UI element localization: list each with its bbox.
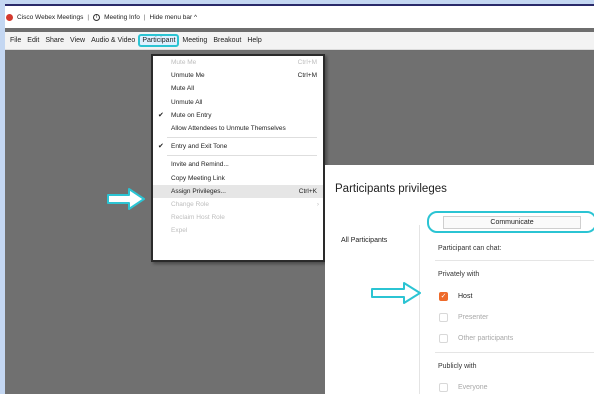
menu-item-label: Assign Privileges...: [171, 187, 226, 195]
section-divider: [435, 352, 594, 353]
info-icon[interactable]: i: [93, 13, 101, 21]
title-bar: Cisco Webex Meetings | i Meeting Info | …: [5, 4, 594, 28]
checkbox-other-participants[interactable]: [439, 334, 448, 343]
menu-item-expel: Expel: [153, 224, 323, 237]
menu-participant[interactable]: Participant: [138, 34, 180, 47]
menu-item-unmute-me[interactable]: Unmute Me Ctrl+M: [153, 69, 323, 82]
nav-all-participants[interactable]: All Participants: [341, 237, 387, 244]
menu-item-label: Unmute All: [171, 98, 203, 106]
checkbox-host[interactable]: ✓: [439, 292, 448, 301]
menu-item-copy-meeting-link[interactable]: Copy Meeting Link: [153, 172, 323, 185]
menu-edit[interactable]: Edit: [24, 37, 42, 44]
checkbox-everyone[interactable]: [439, 383, 448, 392]
menu-item-shortcut: Ctrl+M: [297, 72, 317, 80]
menu-item-allow-unmute[interactable]: Allow Attendees to Unmute Themselves: [153, 122, 323, 135]
meeting-info-link[interactable]: Meeting Info: [104, 14, 140, 21]
menu-item-shortcut: Ctrl+M: [297, 59, 317, 66]
menu-item-invite-remind[interactable]: Invite and Remind...: [153, 158, 323, 171]
menu-item-mute-all[interactable]: Mute All: [153, 82, 323, 95]
menu-item-label: Expel: [171, 227, 188, 235]
webex-window: Cisco Webex Meetings | i Meeting Info | …: [5, 4, 594, 394]
menu-item-label: Allow Attendees to Unmute Themselves: [171, 124, 286, 132]
menu-item-label: Change Role: [171, 200, 209, 208]
menu-item-mute-on-entry[interactable]: ✔ Mute on Entry: [153, 109, 323, 122]
checkbox-everyone-label: Everyone: [458, 384, 488, 391]
checkbox-presenter-label: Presenter: [458, 314, 489, 321]
arrow-right-icon: [371, 282, 421, 304]
menu-audio-video[interactable]: Audio & Video: [88, 37, 138, 44]
menu-item-shortcut: Ctrl+K: [298, 187, 317, 195]
menu-divider: [167, 137, 317, 139]
menu-help[interactable]: Help: [244, 37, 264, 44]
checkbox-host-label: Host: [458, 293, 473, 300]
menu-breakout[interactable]: Breakout: [210, 37, 244, 44]
can-chat-label: Participant can chat:: [438, 245, 502, 252]
menu-item-entry-exit-tone[interactable]: ✔ Entry and Exit Tone: [153, 140, 323, 153]
menu-item-label: Unmute Me: [171, 72, 205, 80]
menu-view[interactable]: View: [67, 37, 88, 44]
menu-item-label: Mute on Entry: [171, 111, 212, 119]
menu-item-unmute-all[interactable]: Unmute All: [153, 96, 323, 109]
publicly-with-label: Publicly with: [438, 363, 477, 370]
arrow-right-icon: [107, 188, 145, 210]
menu-bar: File Edit Share View Audio & Video Parti…: [5, 32, 594, 50]
hide-menu-bar-link[interactable]: Hide menu bar ^: [150, 14, 198, 21]
menu-meeting[interactable]: Meeting: [179, 37, 210, 44]
menu-file[interactable]: File: [7, 37, 24, 44]
dialog-divider: [419, 225, 420, 394]
menu-item-label: Entry and Exit Tone: [171, 143, 228, 151]
participant-menu-dropdown: Mute Me Ctrl+M Unmute Me Ctrl+M Mute All…: [151, 54, 325, 262]
check-icon: ✔: [158, 111, 164, 119]
menu-item-mute-me: Mute Me Ctrl+M: [153, 56, 323, 69]
menu-item-change-role: Change Role ›: [153, 198, 323, 211]
menu-item-label: Mute All: [171, 85, 195, 93]
menu-item-reclaim-host-role: Reclaim Host Role: [153, 211, 323, 224]
tab-label: Communicate: [490, 218, 534, 226]
menu-item-label: Invite and Remind...: [171, 161, 229, 169]
dialog-title: Participants privileges: [335, 183, 447, 195]
menu-item-label: Reclaim Host Role: [171, 214, 225, 222]
menu-share[interactable]: Share: [42, 37, 67, 44]
tab-communicate[interactable]: Communicate: [427, 211, 594, 233]
section-divider: [435, 260, 594, 261]
app-name: Cisco Webex Meetings: [17, 13, 84, 21]
participants-privileges-dialog: Participants privileges All Participants…: [325, 165, 594, 394]
title-separator-2: |: [143, 13, 146, 21]
menu-item-label: Mute Me: [171, 59, 197, 66]
menu-item-label: Copy Meeting Link: [171, 174, 225, 182]
menu-item-assign-privileges[interactable]: Assign Privileges... Ctrl+K: [153, 184, 323, 198]
menu-divider: [167, 155, 317, 157]
checkbox-presenter[interactable]: [439, 313, 448, 322]
check-icon: ✔: [158, 143, 164, 151]
webex-logo-icon: [6, 13, 13, 21]
chevron-right-icon: ›: [316, 200, 319, 208]
privately-with-label: Privately with: [438, 271, 480, 278]
checkbox-other-participants-label: Other participants: [458, 335, 514, 342]
title-separator: |: [87, 13, 90, 21]
